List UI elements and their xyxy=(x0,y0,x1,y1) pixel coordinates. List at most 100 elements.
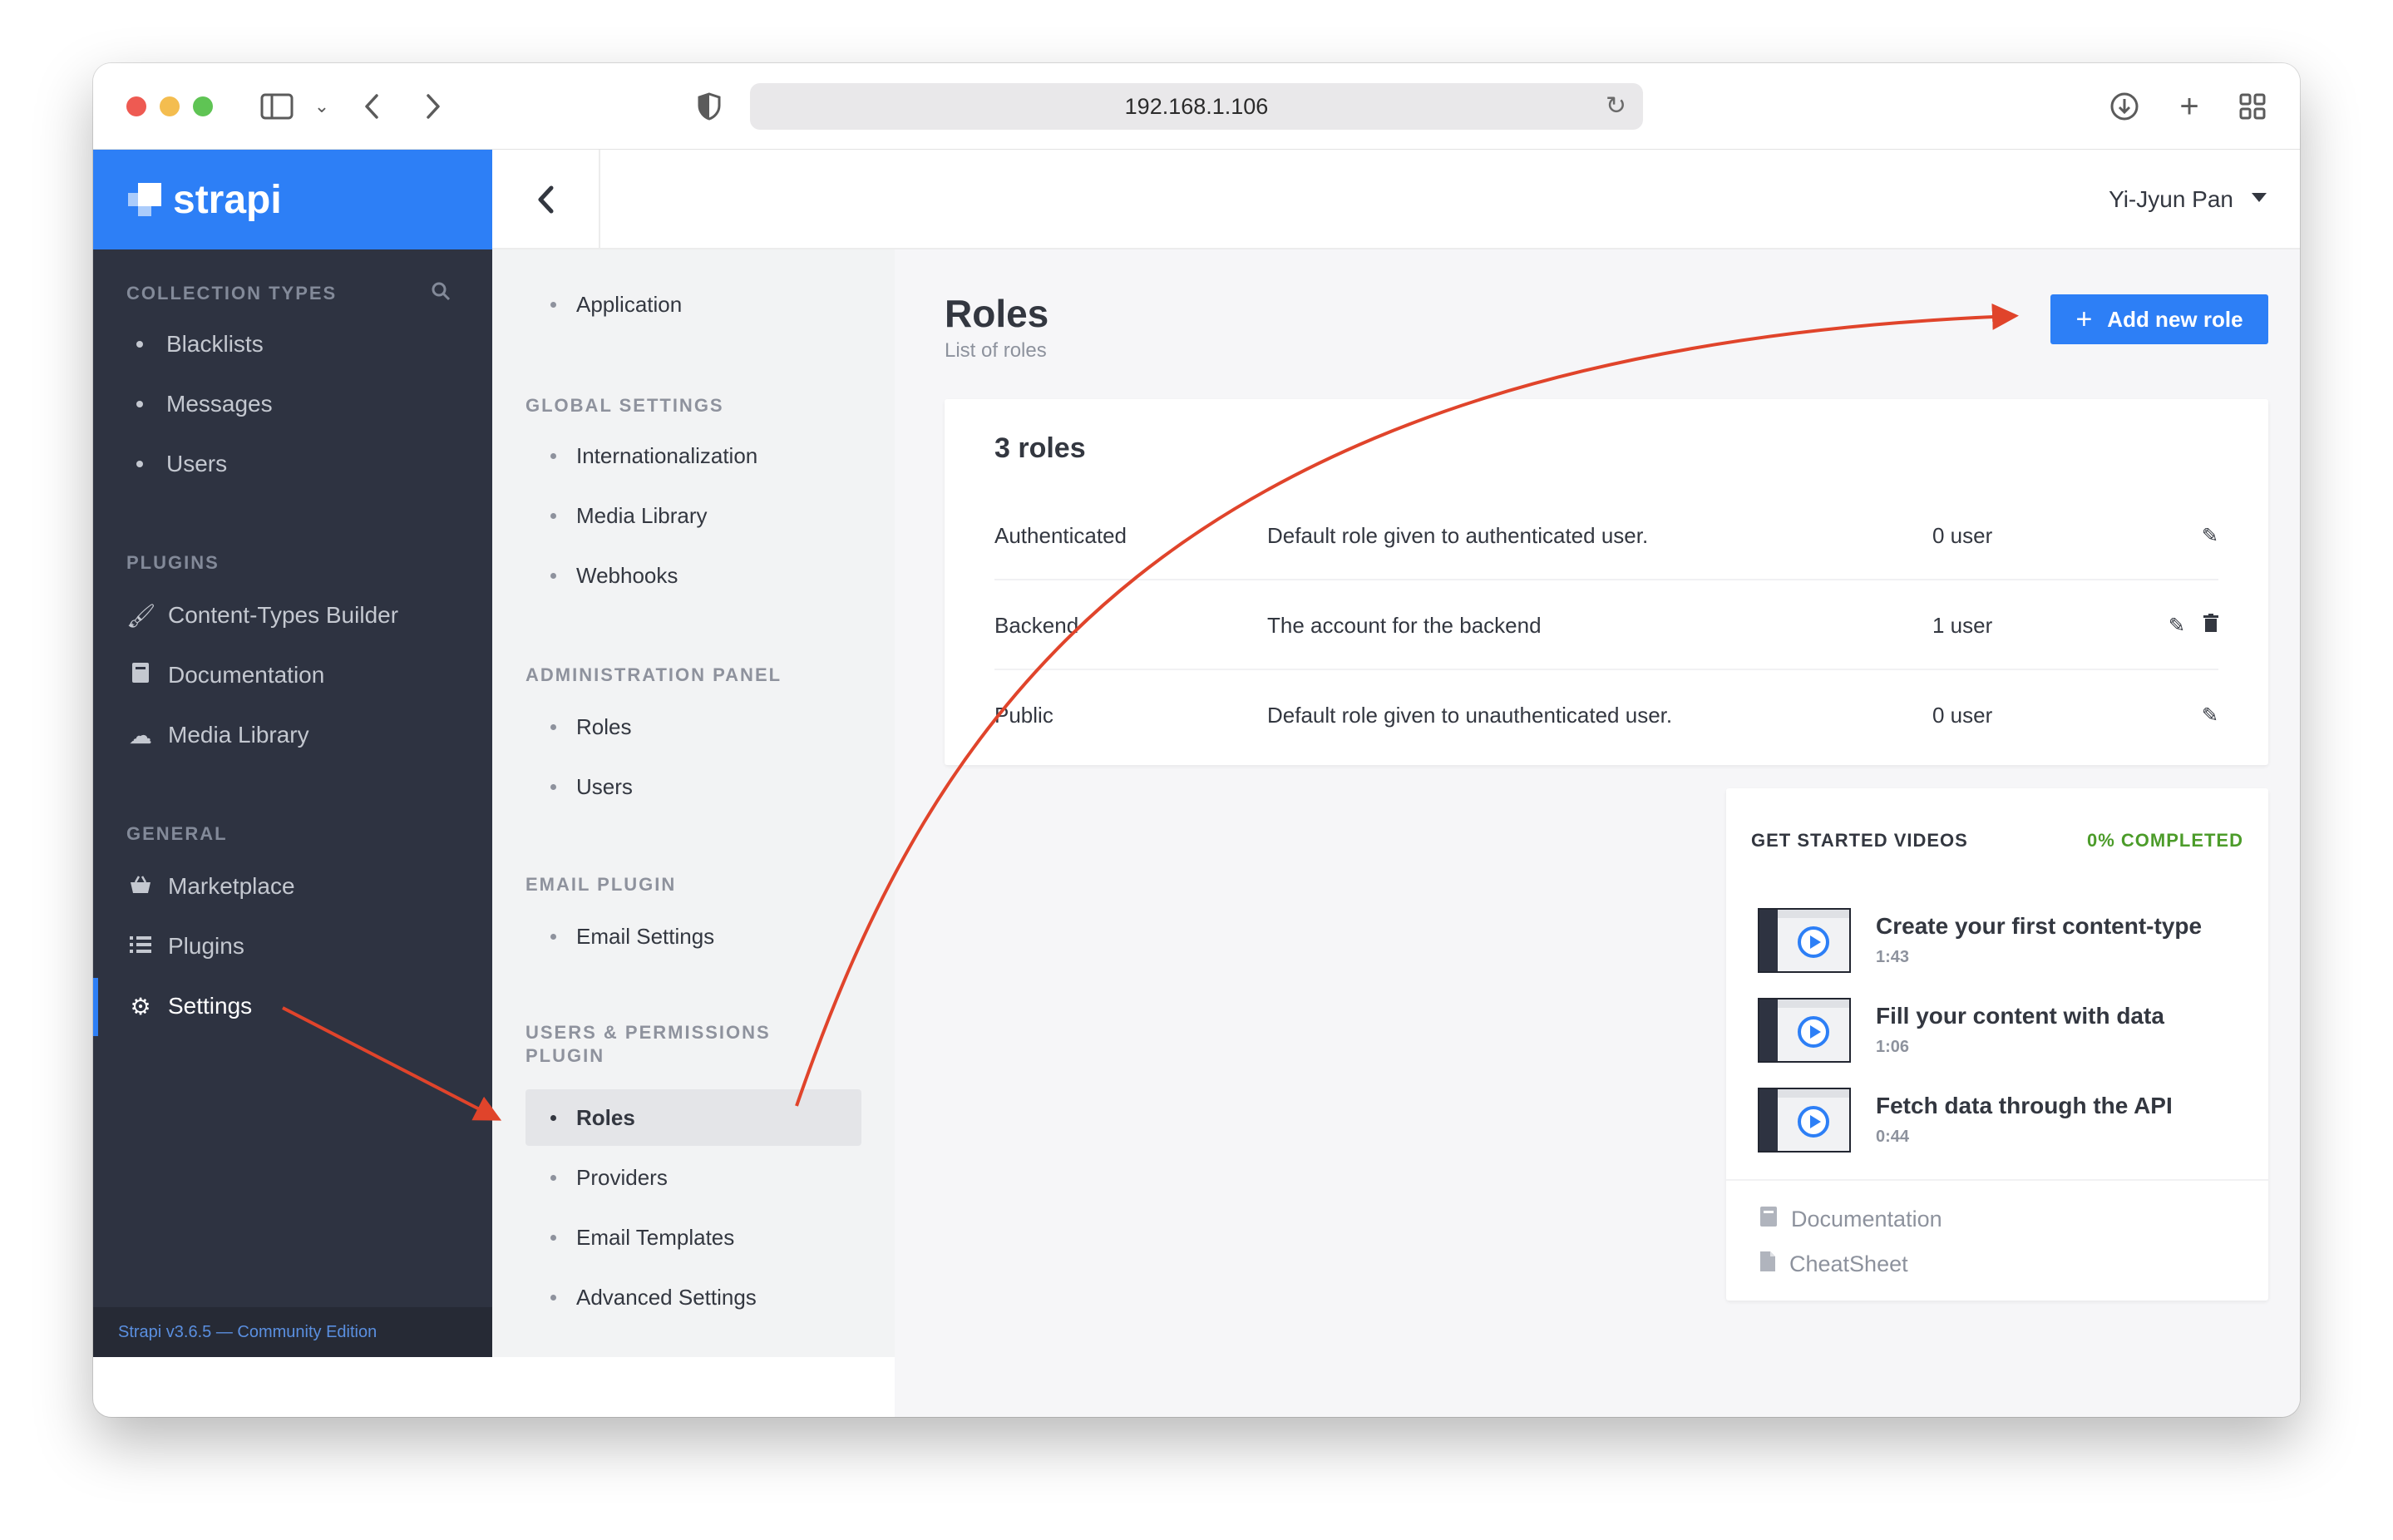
book-icon xyxy=(1759,1206,1778,1233)
documentation-link[interactable]: Documentation xyxy=(1759,1206,1942,1233)
zoom-window-button[interactable] xyxy=(193,96,213,116)
videos-heading: GET STARTED VIDEOS xyxy=(1751,830,1968,851)
brand-logo[interactable]: strapi xyxy=(93,150,492,249)
email-plugin-heading: EMAIL PLUGIN xyxy=(525,874,677,895)
subnav-item-internationalization[interactable]: Internationalization xyxy=(525,427,861,484)
subnav-item-label: Advanced Settings xyxy=(576,1284,757,1310)
video-item[interactable]: Create your first content-type 1:43 xyxy=(1758,908,2240,975)
sidebar-item-label: Users xyxy=(166,451,228,476)
role-name: Backend xyxy=(994,612,1079,638)
subnav-item-providers[interactable]: Providers xyxy=(525,1149,861,1206)
forward-arrow-icon[interactable] xyxy=(412,81,454,131)
add-new-role-button[interactable]: + Add new role xyxy=(2050,294,2268,344)
video-item[interactable]: Fetch data through the API 0:44 xyxy=(1758,1088,2240,1154)
table-row[interactable]: Public Default role given to unauthentic… xyxy=(994,670,2218,760)
collection-types-heading: COLLECTION TYPES xyxy=(126,283,338,304)
subnav-item-label: Roles xyxy=(576,713,632,739)
bullet-icon xyxy=(550,933,556,940)
heading-line: PLUGIN xyxy=(525,1045,605,1066)
row-actions: ✎ xyxy=(2202,491,2218,580)
video-thumbnail xyxy=(1758,908,1851,973)
active-indicator xyxy=(93,978,98,1036)
bullet-icon xyxy=(136,341,143,348)
users-permissions-heading: USERS & PERMISSIONS PLUGIN xyxy=(525,1021,771,1068)
subnav-item-admin-users[interactable]: Users xyxy=(525,758,861,815)
main-sidebar: strapi COLLECTION TYPES Blacklists Messa… xyxy=(93,150,492,1357)
table-row[interactable]: Backend The account for the backend 1 us… xyxy=(994,580,2218,670)
pencil-icon[interactable]: ✎ xyxy=(2202,524,2218,548)
sidebar-item-label: Settings xyxy=(168,993,253,1019)
subnav-item-label: Roles xyxy=(576,1104,635,1130)
subnav-item-label: Internationalization xyxy=(576,442,758,468)
role-user-count: 1 user xyxy=(1932,612,1993,638)
subnav-item-application[interactable]: Application xyxy=(525,276,861,333)
sidebar-item-marketplace[interactable]: Marketplace xyxy=(126,861,476,911)
subnav-item-up-roles[interactable]: Roles xyxy=(525,1089,861,1146)
back-button[interactable] xyxy=(492,150,600,249)
bullet-icon xyxy=(550,301,556,308)
subnav-item-advanced-settings[interactable]: Advanced Settings xyxy=(525,1269,861,1325)
play-icon xyxy=(1798,1016,1829,1048)
download-icon[interactable] xyxy=(2104,81,2145,131)
subnav-item-label: Application xyxy=(576,291,683,317)
sidebar-toggle-icon[interactable] xyxy=(256,81,298,131)
video-duration: 1:06 xyxy=(1876,1038,1910,1056)
sidebar-item-blacklists[interactable]: Blacklists xyxy=(126,319,476,369)
heading-line: USERS & PERMISSIONS xyxy=(525,1022,771,1043)
cheatsheet-link[interactable]: CheatSheet xyxy=(1759,1251,1908,1278)
bullet-icon xyxy=(550,1174,556,1181)
caret-down-icon[interactable] xyxy=(2252,193,2267,202)
tab-overview-icon[interactable] xyxy=(2232,81,2273,131)
general-heading: GENERAL xyxy=(126,823,228,844)
sidebar-item-settings[interactable]: ⚙ Settings xyxy=(126,981,476,1031)
video-duration: 0:44 xyxy=(1876,1128,1910,1146)
page-title: Roles xyxy=(945,292,1049,335)
minimize-window-button[interactable] xyxy=(160,96,180,116)
subnav-item-admin-roles[interactable]: Roles xyxy=(525,698,861,755)
chevron-left-icon xyxy=(538,185,554,214)
chevron-down-icon[interactable]: ⌄ xyxy=(301,81,343,131)
subnav-item-email-settings[interactable]: Email Settings xyxy=(525,908,861,965)
bullet-icon xyxy=(136,461,143,467)
trash-icon[interactable] xyxy=(2203,613,2218,638)
subnav-item-label: Providers xyxy=(576,1164,668,1190)
new-tab-plus-icon[interactable]: + xyxy=(2169,81,2210,131)
sidebar-item-documentation[interactable]: Documentation xyxy=(126,650,476,700)
sidebar-item-label: Media Library xyxy=(168,722,309,748)
link-label: CheatSheet xyxy=(1789,1251,1908,1276)
subnav-item-webhooks[interactable]: Webhooks xyxy=(525,547,861,604)
bullet-icon xyxy=(550,512,556,519)
videos-progress: 0% COMPLETED xyxy=(2086,830,2243,851)
reload-icon[interactable]: ↻ xyxy=(1606,91,1626,121)
sidebar-item-media-library[interactable]: ☁ Media Library xyxy=(126,710,476,760)
sidebar-item-label: Plugins xyxy=(168,933,244,959)
play-icon xyxy=(1798,1106,1829,1138)
sidebar-item-label: Messages xyxy=(166,391,273,417)
video-item[interactable]: Fill your content with data 1:06 xyxy=(1758,998,2240,1064)
pencil-icon[interactable]: ✎ xyxy=(2169,614,2185,638)
list-icon xyxy=(126,933,155,960)
sidebar-item-messages[interactable]: Messages xyxy=(126,379,476,429)
sidebar-item-label: Blacklists xyxy=(166,331,264,357)
address-bar[interactable]: 192.168.1.106 ↻ xyxy=(750,83,1643,130)
subnav-item-media-library[interactable]: Media Library xyxy=(525,487,861,544)
close-window-button[interactable] xyxy=(126,96,146,116)
table-row[interactable]: Authenticated Default role given to auth… xyxy=(994,491,2218,580)
user-menu[interactable]: Yi-Jyun Pan xyxy=(2109,186,2233,213)
shield-icon[interactable] xyxy=(688,81,730,131)
back-arrow-icon[interactable] xyxy=(351,81,392,131)
bullet-icon xyxy=(550,723,556,730)
role-name: Public xyxy=(994,702,1053,728)
sidebar-item-content-types-builder[interactable]: 🖌 Content-Types Builder xyxy=(126,590,476,640)
subnav-item-email-templates[interactable]: Email Templates xyxy=(525,1209,861,1266)
subnav-item-label: Media Library xyxy=(576,502,708,528)
version-footer: Strapi v3.6.5 — Community Edition xyxy=(93,1307,492,1357)
subnav-item-label: Email Settings xyxy=(576,923,715,949)
pencil-icon[interactable]: ✎ xyxy=(2202,703,2218,728)
sidebar-item-plugins[interactable]: Plugins xyxy=(126,921,476,971)
sidebar-item-users[interactable]: Users xyxy=(126,439,476,489)
bullet-icon xyxy=(550,783,556,790)
search-icon[interactable] xyxy=(431,281,451,307)
role-name: Authenticated xyxy=(994,522,1127,548)
settings-subnav: Application GLOBAL SETTINGS Internationa… xyxy=(492,249,895,1357)
